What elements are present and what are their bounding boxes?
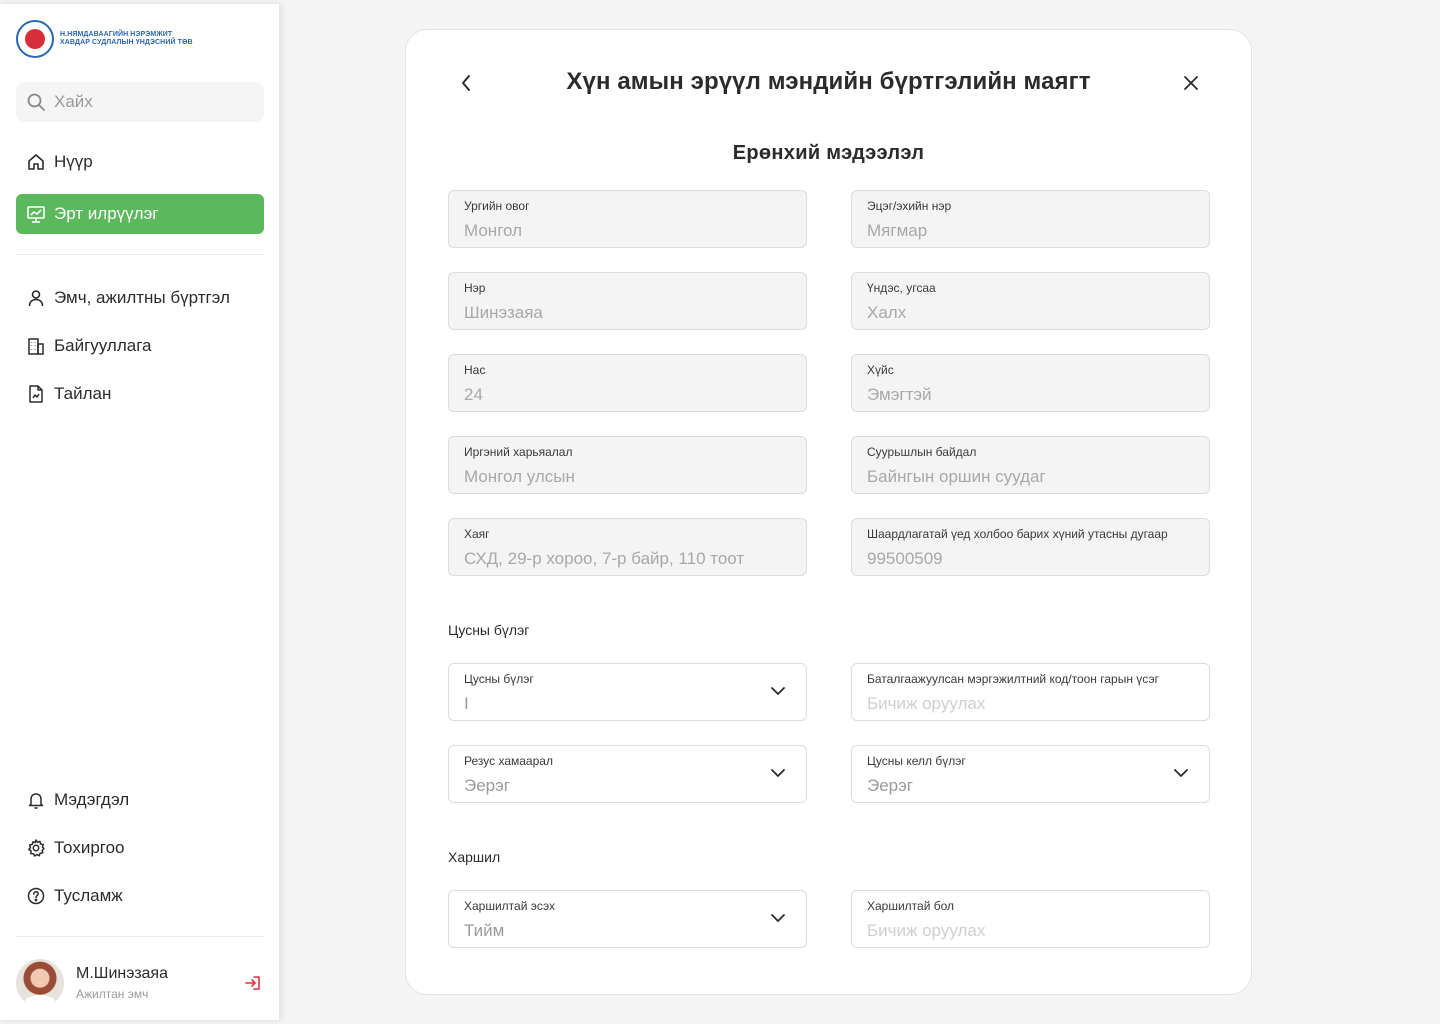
kell-select[interactable]: Цусны келл бүлэг Эерэг — [851, 745, 1210, 803]
chart-presentation-icon — [27, 206, 45, 223]
form-title: Хүн амын эрүүл мэндийн бүртгэлийн маягт — [566, 68, 1091, 95]
sidebar: Н.НЯМДАВААГИЙН НЭРЭМЖИТ ХАВДАР СУДЛАЛЫН … — [0, 4, 279, 1020]
gear-icon — [28, 839, 45, 857]
home-icon — [28, 154, 44, 170]
section-title-general: Ерөнхий мэдээлэл — [732, 142, 925, 164]
field-label: Эцэг/эхийн нэр — [867, 199, 952, 213]
age-field[interactable]: Нас 24 — [448, 354, 807, 412]
field-value: Эерэг — [464, 776, 511, 795]
nav-item-help-label: Тусламж — [54, 886, 123, 905]
field-label: Цусны бүлэг — [464, 672, 534, 686]
logout-button[interactable] — [244, 974, 262, 997]
user-role: Ажилтан эмч — [76, 987, 149, 1001]
nav-item-settings-label: Тохиргоо — [54, 838, 125, 857]
field-label: Үндэс, угсаа — [867, 281, 936, 295]
search-placeholder: Хайх — [54, 92, 93, 111]
field-label: Харшилтай бол — [867, 899, 955, 913]
field-value: 24 — [464, 385, 483, 404]
field-value: Халх — [867, 303, 907, 322]
search-icon — [27, 93, 45, 111]
field-value: Шинэзаяа — [464, 303, 543, 322]
allergy-details-input[interactable]: Харшилтай бол Бичиж оруулах — [851, 890, 1210, 948]
field-label: Ургийн овог — [464, 199, 530, 213]
nav-item-staff-label: Эмч, ажилтны бүртгэл — [54, 288, 230, 307]
nav-item-orgs[interactable]: Байгууллага — [16, 326, 264, 366]
section-title-blood: Цусны бүлэг — [448, 622, 530, 638]
residency-field[interactable]: Суурьшлын байдал Байнгын оршин суудаг — [851, 436, 1210, 494]
field-label: Баталгаажуулсан мэргэжилтний код/тоон га… — [867, 672, 1159, 686]
logo[interactable]: Н.НЯМДАВААГИЙН НЭРЭМЖИТ ХАВДАР СУДЛАЛЫН … — [16, 20, 193, 58]
emergency-phone-field[interactable]: Шаардлагатай үед холбоо барих хүний утас… — [851, 518, 1210, 576]
ethnicity-field[interactable]: Үндэс, угсаа Халх — [851, 272, 1210, 330]
bell-icon — [28, 793, 44, 809]
building-icon — [28, 338, 44, 355]
logo-line-2: ХАВДАР СУДЛАЛЫН ҮНДЭСНИЙ ТӨВ — [60, 39, 193, 46]
user-icon — [28, 290, 44, 307]
field-value: Тийм — [464, 921, 505, 940]
nav-item-screening-label: Эрт илрүүлэг — [54, 204, 159, 223]
sidebar-divider-bottom — [16, 936, 264, 937]
nav-item-settings[interactable]: Тохиргоо — [16, 828, 264, 868]
help-circle-icon — [27, 887, 45, 905]
chevron-down-icon — [1174, 769, 1188, 777]
sidebar-divider — [16, 254, 264, 255]
name-field[interactable]: Нэр Шинэзаяа — [448, 272, 807, 330]
nav-item-report-label: Тайлан — [54, 384, 112, 403]
close-button[interactable] — [1179, 70, 1203, 96]
nav-item-screening[interactable]: Эрт илрүүлэг — [16, 194, 264, 234]
field-value: Эерэг — [867, 776, 914, 795]
chevron-down-icon — [771, 769, 785, 777]
report-file-icon — [29, 385, 43, 403]
field-label: Харшилтай эсэх — [464, 899, 556, 913]
user-name: М.Шинэзаяа — [76, 965, 168, 982]
avatar[interactable] — [16, 959, 64, 1007]
verified-code-input[interactable]: Баталгаажуулсан мэргэжилтний код/тоон га… — [851, 663, 1210, 721]
field-label: Иргэний харьяалал — [464, 445, 573, 459]
field-label: Хүйс — [867, 363, 894, 377]
field-label: Цусны келл бүлэг — [867, 754, 966, 768]
field-placeholder: Бичиж оруулах — [867, 694, 986, 713]
field-label: Хаяг — [464, 527, 490, 541]
field-value: Байнгын оршин суудаг — [867, 467, 1046, 486]
has-allergy-select[interactable]: Харшилтай эсэх Тийм — [448, 890, 807, 948]
field-value: Эмэгтэй — [867, 385, 932, 404]
citizenship-field[interactable]: Иргэний харьяалал Монгол улсын — [448, 436, 807, 494]
nav-item-report[interactable]: Тайлан — [16, 374, 264, 414]
nav-item-home[interactable]: Нүүр — [16, 142, 264, 182]
logo-line-1: Н.НЯМДАВААГИЙН НЭРЭМЖИТ — [60, 31, 173, 38]
nav-item-notifications[interactable]: Мэдэгдэл — [16, 780, 264, 820]
field-label: Нас — [464, 363, 486, 377]
field-value: Мягмар — [867, 221, 928, 240]
close-icon — [1184, 76, 1198, 90]
section-title-allergy: Харшил — [448, 849, 501, 865]
surname-field[interactable]: Ургийн овог Монгол — [448, 190, 807, 248]
field-label: Нэр — [464, 281, 486, 295]
registration-form-card: Хүн амын эрүүл мэндийн бүртгэлийн маягт … — [405, 29, 1252, 995]
logo-emblem-icon — [16, 20, 54, 58]
field-value: I — [464, 694, 469, 713]
field-value: 99500509 — [867, 549, 943, 568]
field-label: Резус хамаарал — [464, 754, 553, 768]
nav-item-notifications-label: Мэдэгдэл — [54, 790, 130, 809]
user-profile[interactable]: М.Шинэзаяа Ажилтан эмч — [16, 956, 264, 1010]
rhesus-select[interactable]: Резус хамаарал Эерэг — [448, 745, 807, 803]
nav-item-help[interactable]: Тусламж — [16, 876, 264, 916]
chevron-down-icon — [771, 914, 785, 922]
field-value: Монгол улсын — [464, 467, 575, 486]
nav-item-staff[interactable]: Эмч, ажилтны бүртгэл — [16, 278, 264, 318]
search-input[interactable]: Хайх — [16, 82, 264, 122]
address-field[interactable]: Хаяг СХД, 29-р хороо, 7-р байр, 110 тоот — [448, 518, 807, 576]
chevron-down-icon — [771, 687, 785, 695]
gender-field[interactable]: Хүйс Эмэгтэй — [851, 354, 1210, 412]
nav-item-orgs-label: Байгууллага — [54, 336, 152, 355]
field-value: Монгол — [464, 221, 523, 240]
parent-name-field[interactable]: Эцэг/эхийн нэр Мягмар — [851, 190, 1210, 248]
field-label: Суурьшлын байдал — [867, 445, 977, 459]
field-label: Шаардлагатай үед холбоо барих хүний утас… — [867, 527, 1168, 541]
logout-icon — [245, 976, 260, 990]
nav-item-home-label: Нүүр — [54, 152, 93, 171]
blood-group-select[interactable]: Цусны бүлэг I — [448, 663, 807, 721]
field-placeholder: Бичиж оруулах — [867, 921, 986, 940]
field-value: СХД, 29-р хороо, 7-р байр, 110 тоот — [464, 549, 745, 568]
